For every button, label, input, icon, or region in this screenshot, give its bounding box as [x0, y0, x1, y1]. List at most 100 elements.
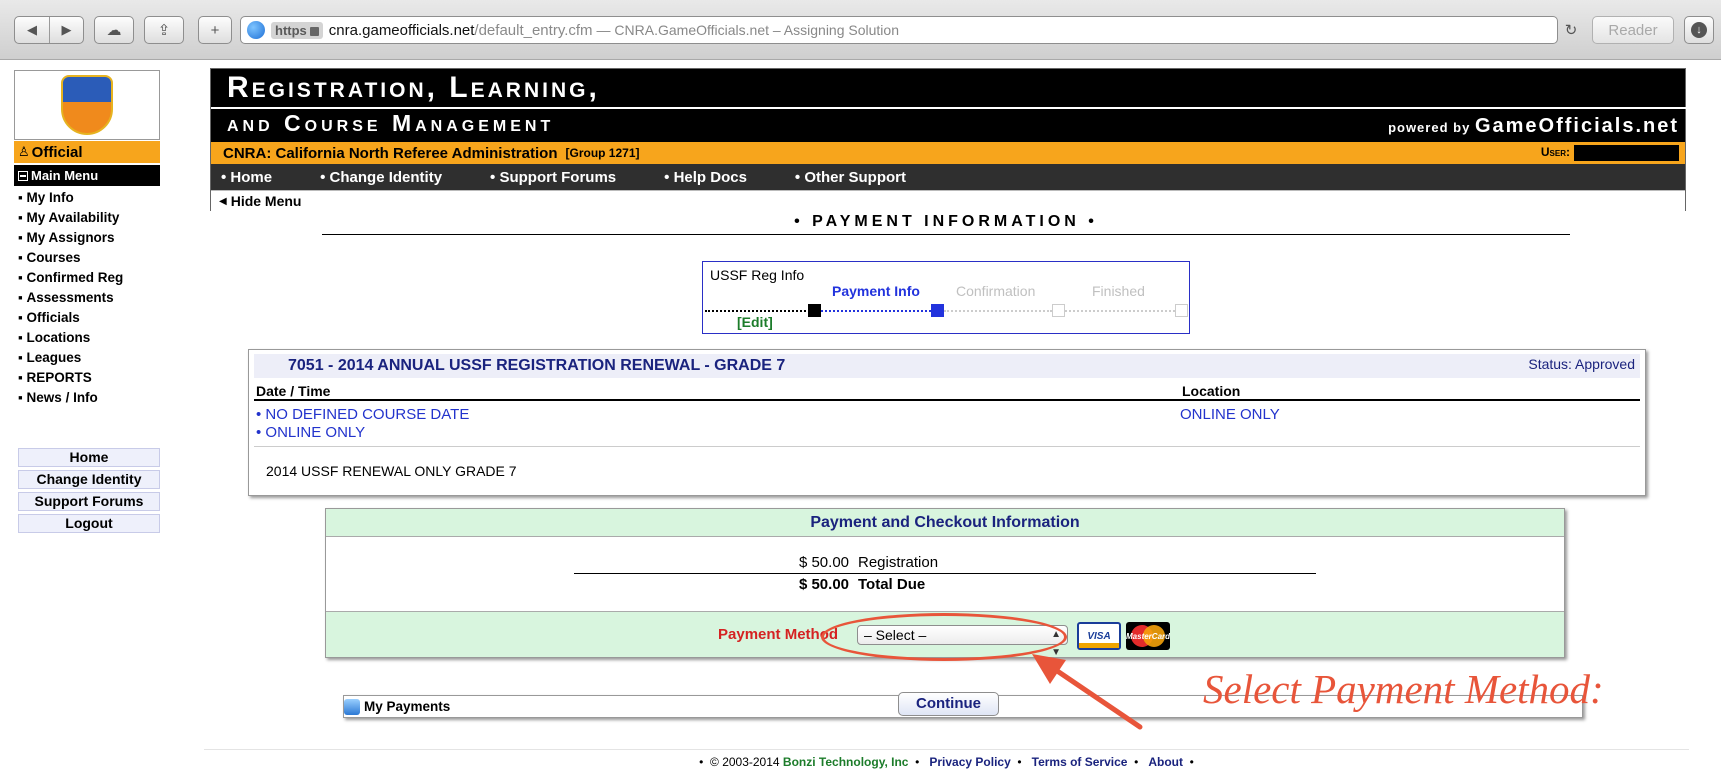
payments-icon [344, 698, 360, 715]
mastercard-icon: MasterCard [1126, 622, 1170, 650]
nav-help-docs[interactable]: • Help Docs [664, 169, 771, 186]
top-nav: • Home • Change Identity • Support Forum… [211, 164, 1685, 190]
col-location: Location [1182, 383, 1241, 399]
step-line-pending [944, 310, 1052, 312]
nav-support-forums[interactable]: • Support Forums [490, 169, 640, 186]
reload-icon[interactable]: ↻ [1556, 16, 1586, 44]
menu-item-confirmed-reg[interactable]: ▪ Confirmed Reg [18, 267, 160, 287]
menu-item-my-availability[interactable]: ▪ My Availability [18, 207, 160, 227]
globe-icon [247, 21, 265, 39]
step-marker-1 [808, 304, 821, 317]
total-amount: $ 50.00 [798, 576, 849, 593]
continue-button[interactable]: Continue [898, 692, 999, 716]
triangle-left-icon: ◀ [219, 195, 227, 207]
annotation-text: Select Payment Method: [1203, 666, 1604, 712]
menu-item-reports[interactable]: ▪ REPORTS [18, 367, 160, 387]
sidebar-logout-button[interactable]: Logout [18, 514, 160, 533]
registration-label: Registration [858, 554, 939, 571]
step-edit-link[interactable]: [Edit] [737, 314, 773, 330]
org-name: CNRA: California North Referee Administr… [223, 144, 558, 162]
banner-title-area: Registration, Learning, and Course Manag… [210, 69, 1721, 142]
url-path: /default_entry.cfm [474, 21, 593, 39]
back-forward-buttons[interactable]: ◀ ▶ [14, 16, 84, 44]
banner-title-line2: and Course Management [210, 107, 1721, 136]
group-id: [Group 1271] [565, 146, 640, 160]
footer-privacy-link[interactable]: Privacy Policy [929, 755, 1010, 769]
course-title: 7051 - 2014 ANNUAL USSF REGISTRATION REN… [254, 354, 1640, 378]
step-marker-2 [931, 304, 944, 317]
course-date-link-1[interactable]: • NO DEFINED COURSE DATE [256, 406, 469, 423]
col-date-time: Date / Time [256, 383, 331, 399]
step-indicator: USSF Reg Info [Edit] Payment Info Confir… [702, 261, 1190, 334]
collapse-icon [18, 170, 28, 181]
forward-icon[interactable]: ▶ [49, 17, 83, 43]
total-divider [574, 573, 1316, 574]
course-columns: Date / Time Location [254, 380, 1640, 401]
main-menu-header[interactable]: Main Menu [14, 165, 160, 186]
menu-item-locations[interactable]: ▪ Locations [18, 327, 160, 347]
lock-icon [309, 26, 319, 36]
menu-item-my-info[interactable]: ▪ My Info [18, 187, 160, 207]
sidebar-change-identity-button[interactable]: Change Identity [18, 470, 160, 489]
download-icon: ↓ [1691, 22, 1707, 38]
nav-change-identity[interactable]: • Change Identity [320, 169, 466, 186]
nav-other-support[interactable]: • Other Support [795, 169, 930, 186]
footer: • © 2003-2014 Bonzi Technology, Inc • Pr… [699, 755, 1194, 769]
cloud-icon[interactable]: ☁ [94, 16, 134, 44]
hide-menu-link[interactable]: ◀ Hide Menu [211, 190, 1685, 211]
payment-header: Payment and Checkout Information [326, 509, 1564, 537]
step-ussf-reg-info: USSF Reg Info [710, 267, 805, 283]
sidebar-support-forums-button[interactable]: Support Forums [18, 492, 160, 511]
url-host: cnra.gameofficials.net [328, 21, 475, 39]
powered-by: powered by GameOfficials.net [1388, 115, 1679, 137]
registration-amount: $ 50.00 [798, 554, 849, 571]
gameofficials-brand: GameOfficials.net [1474, 115, 1679, 137]
course-date-link-2[interactable]: • ONLINE ONLY [256, 424, 365, 441]
nav-home[interactable]: • Home [221, 169, 296, 186]
https-badge: https [271, 21, 323, 39]
footer-about-link[interactable]: About [1148, 755, 1183, 769]
step-payment-info: Payment Info [832, 283, 920, 299]
browser-toolbar: ◀ ▶ ☁ ⇪ + https cnra.gameofficials.net/d… [0, 0, 1721, 60]
course-panel: 7051 - 2014 ANNUAL USSF REGISTRATION REN… [248, 349, 1646, 496]
site-banner: Registration, Learning, and Course Manag… [210, 68, 1721, 211]
course-status: Status: Approved [1528, 356, 1635, 372]
reader-button[interactable]: Reader [1592, 16, 1674, 44]
step-line-current [821, 310, 931, 312]
menu-item-officials[interactable]: ▪ Officials [18, 307, 160, 327]
new-tab-icon[interactable]: + [198, 16, 232, 44]
payment-method-label: Payment Method [718, 626, 839, 643]
step-marker-3 [1052, 304, 1065, 317]
banner-title-line1: Registration, Learning, [227, 71, 600, 104]
sidebar-home-button[interactable]: Home [18, 448, 160, 467]
main-menu-list: ▪ My Info ▪ My Availability ▪ My Assigno… [18, 187, 1583, 718]
official-role: ♙ Official [14, 141, 160, 163]
menu-item-my-assignors[interactable]: ▪ My Assignors [18, 227, 160, 247]
step-line-pending-2 [1065, 310, 1175, 312]
org-bar: CNRA: California North Referee Administr… [211, 142, 1685, 164]
address-bar[interactable]: https cnra.gameofficials.net/default_ent… [240, 16, 1558, 44]
url-page-title: — CNRA.GameOfficials.net – Assigning Sol… [596, 22, 899, 38]
course-location-link[interactable]: ONLINE ONLY [1180, 406, 1280, 423]
menu-item-news-info[interactable]: ▪ News / Info [18, 387, 160, 407]
step-finished: Finished [1092, 283, 1145, 299]
footer-copyright: © 2003-2014 [710, 755, 780, 769]
back-icon[interactable]: ◀ [15, 17, 49, 43]
menu-item-courses[interactable]: ▪ Courses [18, 247, 160, 267]
user-name-redacted [1574, 145, 1679, 161]
total-label: Total Due [858, 576, 926, 593]
cnra-logo [14, 70, 160, 140]
footer-terms-link[interactable]: Terms of Service [1032, 755, 1128, 769]
sidebar-buttons: Home Change Identity Support Forums Logo… [18, 448, 160, 536]
footer-company-link[interactable]: Bonzi Technology, Inc [783, 755, 909, 769]
menu-item-assessments[interactable]: ▪ Assessments [18, 287, 160, 307]
share-icon[interactable]: ⇪ [144, 16, 184, 44]
course-description: 2014 USSF RENEWAL ONLY GRADE 7 [254, 446, 1640, 479]
annotation-arrow-icon [1032, 654, 1143, 730]
footer-divider [204, 749, 1689, 750]
menu-item-leagues[interactable]: ▪ Leagues [18, 347, 160, 367]
person-icon: ♙ [18, 144, 30, 159]
downloads-button[interactable]: ↓ [1684, 16, 1714, 44]
step-marker-4 [1175, 304, 1188, 317]
step-line-done [705, 310, 810, 312]
